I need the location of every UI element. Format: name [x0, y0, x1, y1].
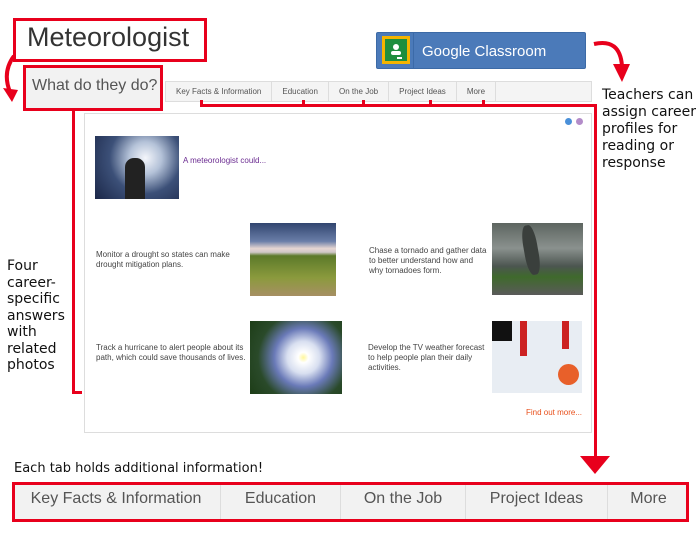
answer-text: Develop the TV weather forecast to help …	[368, 343, 485, 372]
tab-what-do-they-do[interactable]: What do they do?	[32, 77, 157, 95]
bracket-tick	[362, 100, 365, 106]
bracket-tick	[482, 100, 485, 106]
home-icon[interactable]	[565, 118, 572, 125]
find-out-more-link[interactable]: Find out more...	[526, 408, 582, 417]
intro-text: A meteorologist could...	[183, 156, 267, 165]
answer-text: Chase a tornado and gather data to bette…	[369, 246, 487, 275]
button-divider	[413, 33, 414, 68]
google-classroom-icon	[382, 36, 410, 64]
tornado-photo	[492, 223, 583, 295]
mail-icon[interactable]	[576, 118, 583, 125]
tab-key-facts[interactable]: Key Facts & Information	[166, 82, 273, 101]
hurricane-satellite-photo	[250, 321, 342, 394]
curved-arrow-icon	[3, 54, 18, 102]
answer-text: Track a hurricane to alert people about …	[96, 343, 246, 362]
annotation-teachers: Teachers can assign career profiles for …	[602, 87, 696, 171]
connector-line	[594, 104, 597, 460]
drought-field-photo	[250, 223, 336, 296]
bracket-tick	[302, 100, 305, 106]
annotation-answers: Four career-specific answers with relate…	[7, 258, 65, 373]
curved-arrow-icon	[593, 41, 630, 82]
bracket-tick	[200, 100, 203, 106]
tab-education[interactable]: Education	[272, 82, 329, 101]
career-title: Meteorologist	[27, 22, 190, 52]
down-arrow-icon	[580, 456, 610, 474]
google-classroom-label: Google Classroom	[422, 43, 547, 60]
bracket-tick	[429, 100, 432, 106]
tab-bar: Key Facts & Information Education On the…	[165, 81, 592, 102]
connector-line	[72, 391, 82, 394]
soccer-snow-photo	[492, 321, 582, 393]
annotation-tabs: Each tab holds additional information!	[14, 461, 264, 476]
tab-project-ideas[interactable]: Project Ideas	[389, 82, 457, 101]
meteorologist-hurricane-photo	[95, 136, 179, 199]
bracket-line	[200, 104, 597, 107]
tab-on-the-job[interactable]: On the Job	[329, 82, 390, 101]
tab-more[interactable]: More	[457, 82, 497, 101]
answer-text: Monitor a drought so states can make dro…	[96, 250, 230, 269]
tabs-highlight-box	[12, 482, 689, 522]
